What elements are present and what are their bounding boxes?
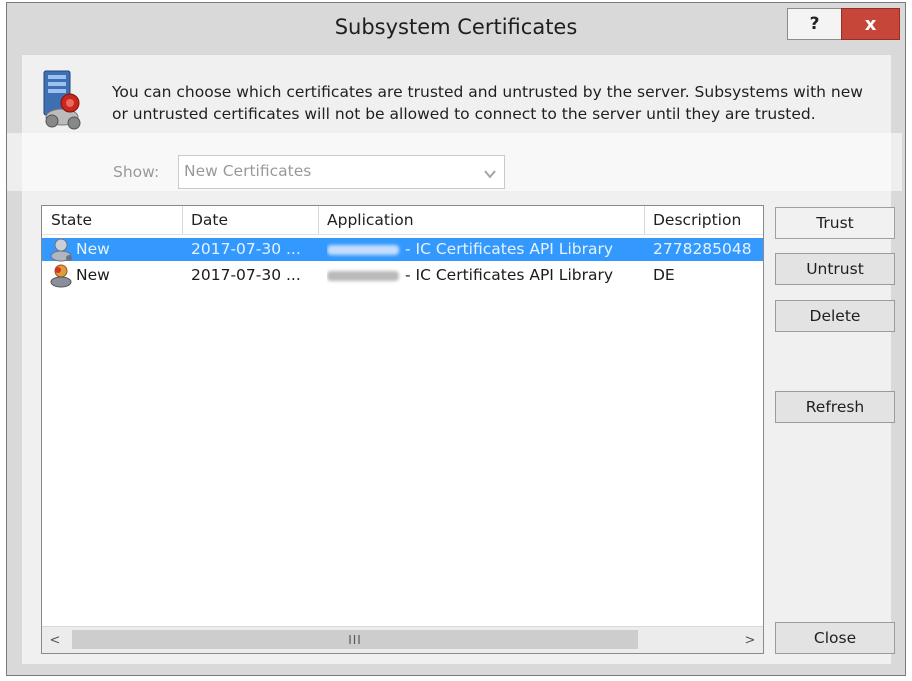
chevron-right-icon: >	[744, 632, 756, 648]
close-icon: x	[864, 13, 877, 35]
list-row[interactable]: New 2017-07-30 ... - IC Certificates API…	[42, 238, 763, 262]
row-application-suffix: - IC Certificates API Library	[405, 240, 614, 258]
column-header-state[interactable]: State	[42, 211, 182, 233]
show-label: Show:	[113, 163, 160, 181]
row-application-suffix: - IC Certificates API Library	[405, 266, 614, 284]
redacted-name	[327, 270, 399, 281]
scroll-grip-icon: III	[348, 632, 362, 647]
row-date: 2017-07-30 ...	[191, 240, 301, 258]
scroll-right-button[interactable]: >	[737, 627, 763, 653]
title-bar[interactable]: Subsystem Certificates ? x	[7, 3, 905, 55]
window-title: Subsystem Certificates	[334, 15, 578, 39]
column-header-date[interactable]: Date	[182, 211, 318, 233]
certificates-list[interactable]: State Date Application Description New 2…	[41, 205, 764, 654]
row-state: New	[76, 266, 110, 284]
horizontal-scrollbar[interactable]: < III >	[42, 626, 763, 653]
row-application: - IC Certificates API Library	[327, 240, 642, 258]
row-description: DE	[653, 266, 675, 284]
subsystem-certificates-dialog: Subsystem Certificates ? x You can choos…	[6, 2, 906, 676]
show-filter-value: New Certificates	[184, 162, 312, 180]
row-application: - IC Certificates API Library	[327, 266, 642, 284]
scrollbar-thumb[interactable]: III	[72, 630, 638, 649]
row-date: 2017-07-30 ...	[191, 266, 301, 284]
show-filter-dropdown[interactable]: New Certificates	[178, 155, 505, 189]
refresh-button[interactable]: Refresh	[775, 391, 895, 423]
column-header-application[interactable]: Application	[318, 211, 644, 233]
row-state: New	[76, 240, 110, 258]
redacted-name	[327, 244, 399, 255]
untrust-button[interactable]: Untrust	[775, 253, 895, 285]
info-message: You can choose which certificates are tr…	[112, 83, 863, 123]
row-description: 2778285048	[653, 240, 752, 258]
dialog-content: You can choose which certificates are tr…	[22, 55, 895, 664]
chevron-down-icon	[484, 170, 496, 179]
close-button[interactable]: Close	[775, 622, 895, 654]
trust-button[interactable]: Trust	[775, 207, 895, 239]
column-header-description[interactable]: Description	[644, 211, 763, 233]
close-window-button[interactable]: x	[841, 8, 900, 40]
certificate-user-icon	[50, 264, 72, 288]
delete-button[interactable]: Delete	[775, 300, 895, 332]
list-row[interactable]: New 2017-07-30 ... - IC Certificates API…	[42, 264, 763, 288]
list-header: State Date Application Description	[42, 206, 763, 235]
server-certificate-icon	[38, 69, 90, 131]
chevron-left-icon: <	[49, 632, 61, 648]
scroll-left-button[interactable]: <	[42, 627, 68, 653]
certificate-user-icon	[50, 238, 72, 262]
help-button[interactable]: ?	[787, 8, 842, 40]
